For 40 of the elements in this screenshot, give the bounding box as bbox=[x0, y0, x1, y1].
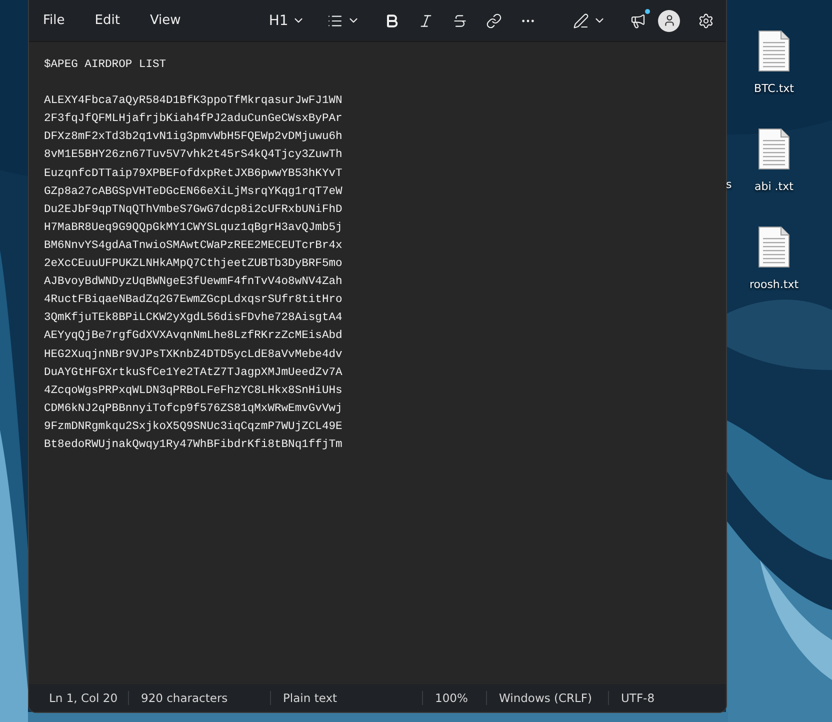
text-line: Du2EJbF9qpTNqQThVmbeS7GwG7dcp8i2cUFRxbUNiFhD bbox=[44, 202, 344, 218]
status-item: Plain text bbox=[270, 691, 422, 705]
status-item: 100% bbox=[422, 691, 486, 705]
text-line: DuAYGtHFGXrtkuSfCe1Ye2TAtZ7TJagpXMJmUeedZv7A bbox=[44, 366, 344, 381]
desktop-icon-label[interactable]: abi .txt bbox=[754, 180, 794, 193]
text-file-icon bbox=[758, 30, 790, 72]
status-item: UTF-8 bbox=[608, 691, 670, 705]
text-line: HEG2XuqjnNBr9VJPsTXKnbZ4DTD5ycLdE8aVvMebe4dv bbox=[44, 348, 344, 362]
text-line: Bt8edoRWUjnakQwqy1Ry47WhBFibdrKfi8tBNq1ffjTm bbox=[44, 438, 344, 453]
text-line: DFXz8mF2xTd3b2q1vN1ig3pmvWbH5FQEWp2vDMjuwu6h bbox=[44, 130, 344, 146]
text-line: 8vM1E5BHY26zn67Tuv5V7vhk2t45rS4kQ4Tjcy3ZuwTh bbox=[44, 148, 344, 164]
menu-item[interactable]: Edit bbox=[86, 9, 128, 32]
heading-dropdown[interactable]: H1 bbox=[264, 8, 310, 32]
menu-item[interactable]: View bbox=[142, 9, 189, 32]
text-line: GZp8a27cABGSpVHTeDGcEN66eXiLjMsrqYKqg1rqT7eW bbox=[44, 184, 344, 200]
text-file-icon bbox=[758, 128, 790, 170]
text-file-icon bbox=[758, 226, 790, 268]
text-line: AEYyqQjBe7rgfGdXVXAvqnNmLhe8LzfRKrzZcMEisAbd bbox=[44, 328, 344, 344]
desktop-icon-label[interactable]: BTC.txt bbox=[754, 82, 794, 95]
text-line: H7MaBR8Ueq9G9QQpGkMY1CWYSLquz1qBgrH3avQJmb5j bbox=[44, 220, 344, 236]
text-line: 4ZcqoWgsPRPxqWLDN3qPRBoLFeFhzYC8LHkx8SnHiUHs bbox=[44, 384, 344, 399]
text-line: BM6NnvYS4gdAaTnwioSMAwtCWaPzREE2MECEUTcrBr4x bbox=[44, 238, 344, 254]
text-line: 2F3fqJfQFMLHjafrjbKiah4fPJ2aduCunGeCWsxByPAr bbox=[44, 112, 344, 128]
text-line: CDM6kNJ2qPBBnnyiTofcp9f576ZS81qMxWRwEmvGvVwj bbox=[44, 402, 344, 417]
text-line: 2eXcCEuuUFPUKZLNHkAMpQ7CthjeetZUBTb3DyBRF5mo bbox=[44, 256, 344, 272]
pen-icon bbox=[573, 12, 589, 28]
text-line: AJBvoyBdWNDyzUqBWNgeE3fUewmF4fnTvV4o8wNV4Zah bbox=[44, 274, 344, 290]
menu-item[interactable]: File bbox=[35, 9, 73, 32]
document-title: $APEG AIRDROP LIST bbox=[44, 58, 168, 73]
desktop-icon-label[interactable]: roosh.txt bbox=[749, 278, 799, 291]
status-item: Windows (CRLF) bbox=[486, 691, 608, 705]
text-line: 3QmKfjuTEk8BPiLCKW2yXgdL56disFDvhe728AisgtA4 bbox=[44, 310, 344, 326]
text-line: 9FzmDNRgmkqu2SxjkoX5Q9SNUc3iqCqzmP7WUjZCL49E bbox=[44, 420, 344, 435]
text-line: ALEXY4Fbca7aQyR584D1BfK3ppoTfMkrqasurJwFJ1WN bbox=[44, 94, 344, 110]
status-item: 920 characters bbox=[128, 691, 270, 705]
avatar-icon[interactable] bbox=[658, 10, 680, 32]
status-item: Ln 1, Col 20 bbox=[48, 691, 119, 705]
text-line: EuzqnfcDTTaip79XPBEFofdxpRetJXB6pwwYB53hKYvT bbox=[44, 166, 344, 182]
text-line: 4RuctFBiqaeNBadZq2G7EwmZGcpLdxqsrSUfr8titHro bbox=[44, 292, 344, 308]
desktop-icon-label: s bbox=[726, 178, 732, 191]
